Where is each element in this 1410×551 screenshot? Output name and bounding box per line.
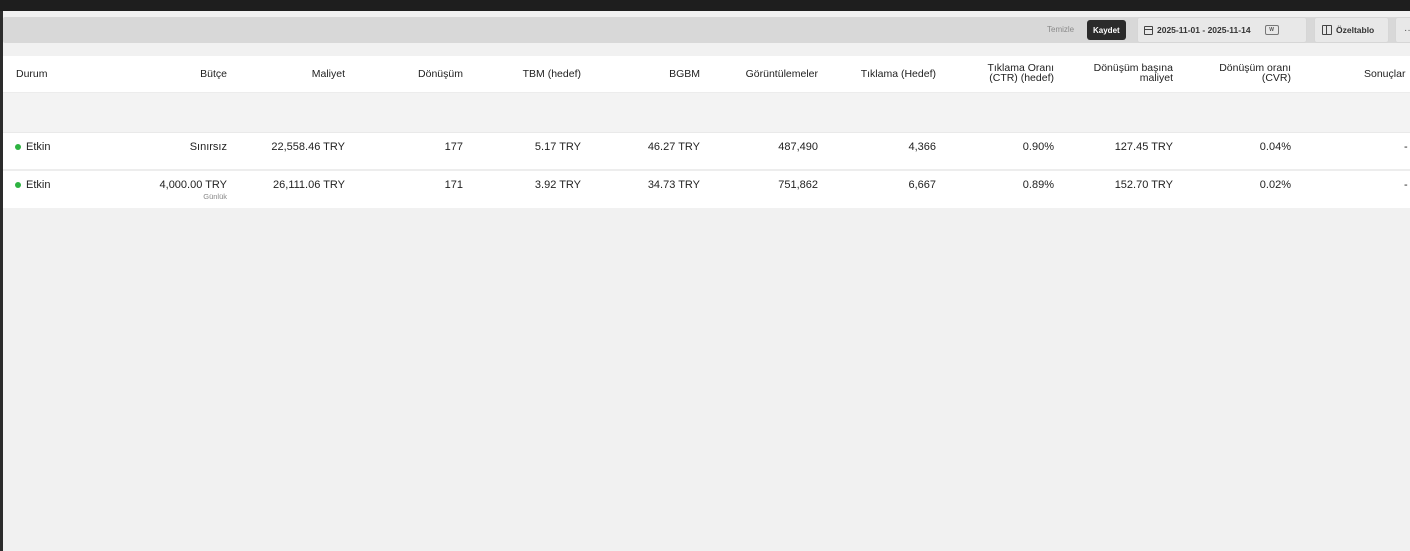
cpa-cell: 127.45 TRY (1114, 141, 1173, 153)
cpm-cell: 46.27 TRY (647, 141, 700, 153)
app-frame: Temizle Kaydet 2025-11-01 - 2025-11-14 W… (0, 11, 1410, 551)
cpm-cell: 34.73 TRY (647, 179, 700, 191)
impressions-cell: 751,862 (778, 179, 818, 191)
summary-row (3, 93, 1410, 133)
header-impressions[interactable]: Görüntülemeler (718, 69, 818, 80)
date-range-text: 2025-11-01 - 2025-11-14 (1157, 25, 1251, 35)
budget-cell: 4,000.00 TRY (159, 179, 227, 191)
header-results[interactable]: Sonuçlar (1364, 69, 1405, 80)
cpa-cell: 152.70 TRY (1114, 179, 1173, 191)
conversion-cell: 171 (444, 179, 463, 191)
week-tag-icon[interactable]: W (1264, 25, 1279, 35)
header-clicks-target[interactable]: Tıklama (Hedef) (836, 69, 936, 80)
header-cpa-line2: maliyet (1139, 72, 1173, 84)
status-text: Etkin (26, 179, 51, 191)
status-active-dot-icon (15, 182, 21, 188)
save-button[interactable]: Kaydet (1087, 20, 1126, 40)
campaign-table: Durum Bütçe Maliyet Dönüşüm TBM (hedef) … (3, 56, 1410, 208)
more-icon: ··· (1404, 24, 1410, 36)
header-cpc-target[interactable]: TBM (hedef) (501, 69, 581, 80)
ctr-cell: 0.89% (1022, 179, 1054, 191)
cvr-cell: 0.04% (1259, 141, 1291, 153)
results-cell: - (1404, 179, 1408, 191)
header-status[interactable]: Durum (16, 69, 48, 80)
table-header-row: Durum Bütçe Maliyet Dönüşüm TBM (hedef) … (3, 56, 1410, 93)
header-cvr[interactable]: Dönüşüm oranı (CVR) (1183, 63, 1291, 84)
budget-cell: Sınırsız (189, 141, 227, 153)
header-ctr-line2: (CTR) (hedef) (989, 72, 1054, 84)
status-cell: Etkin (15, 179, 50, 191)
header-conversion[interactable]: Dönüşüm (383, 69, 463, 80)
custom-table-label: Özeltablo (1336, 25, 1375, 35)
conversion-cell: 177 (444, 141, 463, 153)
ctr-cell: 0.90% (1022, 141, 1054, 153)
more-options-button[interactable]: ··· (1395, 17, 1410, 43)
custom-table-button[interactable]: Özeltablo (1314, 17, 1389, 43)
header-budget[interactable]: Bütçe (153, 69, 227, 80)
clicks-target-cell: 4,366 (908, 141, 936, 153)
cost-cell: 22,558.46 TRY (271, 141, 345, 153)
table-row[interactable]: Etkin Sınırsız 22,558.46 TRY 177 5.17 TR… (3, 133, 1410, 171)
cost-cell: 26,111.06 TRY (273, 179, 345, 191)
cvr-cell: 0.02% (1259, 179, 1291, 191)
header-cpm[interactable]: BGBM (619, 69, 700, 80)
window-top-bar (0, 0, 1410, 11)
status-text: Etkin (26, 141, 51, 153)
columns-icon (1322, 25, 1332, 35)
header-cpa[interactable]: Dönüşüm başına maliyet (1063, 63, 1173, 84)
calendar-icon (1144, 25, 1153, 35)
cpc-target-cell: 5.17 TRY (534, 141, 581, 153)
header-cost[interactable]: Maliyet (265, 69, 345, 80)
clear-button[interactable]: Temizle (1047, 25, 1074, 34)
budget-period: Günlük (203, 192, 227, 201)
header-ctr[interactable]: Tıklama Oranı (CTR) (hedef) (954, 63, 1054, 84)
cpc-target-cell: 3.92 TRY (534, 179, 581, 191)
clicks-target-cell: 6,667 (908, 179, 936, 191)
table-row[interactable]: Etkin 4,000.00 TRY Günlük 26,111.06 TRY … (3, 171, 1410, 208)
header-cvr-line2: (CVR) (1261, 72, 1291, 84)
status-cell: Etkin (15, 141, 50, 153)
results-cell: - (1404, 141, 1408, 153)
impressions-cell: 487,490 (778, 141, 818, 153)
status-active-dot-icon (15, 144, 21, 150)
date-range-picker[interactable]: 2025-11-01 - 2025-11-14 W (1137, 17, 1307, 43)
right-controls: 2025-11-01 - 2025-11-14 W Özeltablo ··· (1137, 17, 1410, 43)
